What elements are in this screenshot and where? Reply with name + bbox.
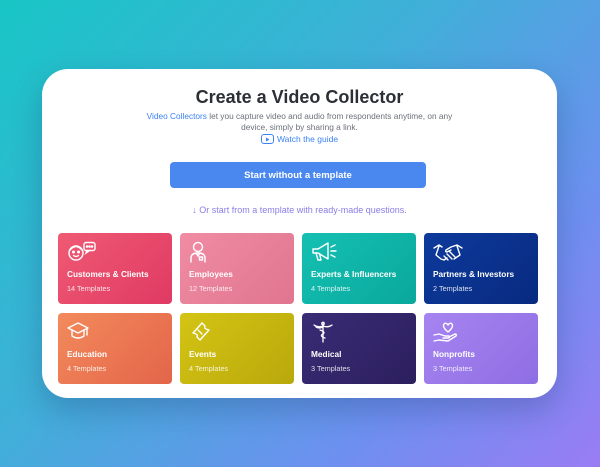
category-count: 14 Templates <box>67 284 111 293</box>
category-medical[interactable]: Medical 3 Templates <box>302 313 416 384</box>
page-title: Create a Video Collector <box>195 87 404 107</box>
start-without-template-button[interactable]: Start without a template <box>170 162 426 188</box>
category-count: 4 Templates <box>189 364 229 373</box>
customers-chat-icon <box>67 241 97 263</box>
megaphone-icon <box>311 241 341 263</box>
create-collector-card: Create a Video Collector Video Collector… <box>42 69 557 398</box>
heart-hand-icon <box>433 321 463 343</box>
ticket-icon <box>189 321 219 343</box>
video-collectors-link[interactable]: Video Collectors <box>147 111 207 121</box>
category-name: Partners & Investors <box>433 269 515 279</box>
handshake-icon <box>433 241 463 263</box>
caduceus-icon <box>311 321 341 343</box>
category-experts-influencers[interactable]: Experts & Influencers 4 Templates <box>302 233 416 304</box>
category-employees[interactable]: Employees 12 Templates <box>180 233 294 304</box>
category-name: Education <box>67 349 108 359</box>
watch-guide-label: Watch the guide <box>276 134 339 144</box>
template-category-grid: Customers & Clients 14 Templates Employe… <box>58 233 538 384</box>
category-count: 4 Templates <box>311 284 351 293</box>
category-count: 3 Templates <box>311 364 351 373</box>
category-name: Experts & Influencers <box>311 269 397 279</box>
description-text: let you capture video and audio from res… <box>206 111 453 132</box>
category-name: Events <box>189 349 217 359</box>
template-hint: ↓ Or start from a template with ready-ma… <box>192 205 407 215</box>
category-count: 2 Templates <box>433 284 473 293</box>
employee-badge-icon <box>189 241 219 263</box>
watch-guide-link[interactable]: Watch the guide <box>42 134 557 144</box>
category-count: 3 Templates <box>433 364 473 373</box>
category-nonprofits[interactable]: Nonprofits 3 Templates <box>424 313 538 384</box>
category-count: 12 Templates <box>189 284 233 293</box>
play-icon <box>260 134 274 144</box>
graduation-cap-icon <box>67 321 97 343</box>
category-name: Medical <box>311 349 342 359</box>
category-count: 4 Templates <box>67 364 107 373</box>
description: Video Collectors let you capture video a… <box>137 111 462 132</box>
category-events[interactable]: Events 4 Templates <box>180 313 294 384</box>
category-education[interactable]: Education 4 Templates <box>58 313 172 384</box>
category-name: Nonprofits <box>433 349 475 359</box>
category-name: Employees <box>189 269 233 279</box>
category-partners-investors[interactable]: Partners & Investors 2 Templates <box>424 233 538 304</box>
category-name: Customers & Clients <box>67 269 149 279</box>
category-customers-clients[interactable]: Customers & Clients 14 Templates <box>58 233 172 304</box>
